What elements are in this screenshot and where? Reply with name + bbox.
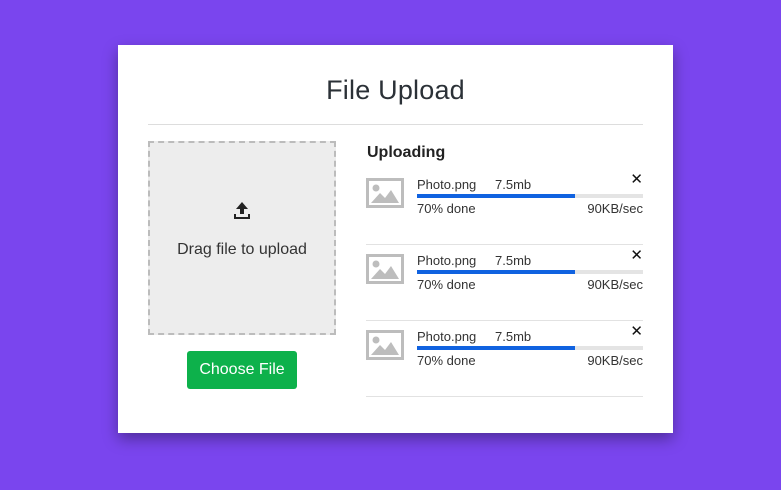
file-size: 7.5mb — [495, 329, 532, 344]
progress-text: 70% done — [417, 277, 476, 292]
image-icon — [366, 330, 404, 360]
file-size: 7.5mb — [495, 253, 532, 268]
close-icon[interactable]: ✕ — [630, 324, 643, 340]
progress-fill — [417, 194, 576, 198]
image-icon — [366, 254, 404, 284]
close-icon[interactable]: ✕ — [630, 172, 643, 188]
file-name: Photo.png — [417, 253, 477, 268]
progress-bar — [417, 270, 643, 274]
progress-fill — [417, 346, 576, 350]
upload-speed: 90KB/sec — [587, 201, 643, 216]
progress-text: 70% done — [417, 353, 476, 368]
upload-card: File Upload Drag file to upload Choose F… — [118, 45, 673, 433]
image-icon — [366, 178, 404, 208]
uploading-heading: Uploading — [367, 144, 446, 161]
file-name: Photo.png — [417, 177, 477, 192]
title-divider — [148, 124, 643, 125]
upload-list: Photo.png 7.5mb ✕ 70% done 90KB/sec Phot… — [366, 169, 643, 397]
page-title: File Upload — [326, 75, 465, 105]
progress-text: 70% done — [417, 201, 476, 216]
file-size: 7.5mb — [495, 177, 532, 192]
upload-item: Photo.png 7.5mb ✕ 70% done 90KB/sec — [366, 169, 643, 245]
upload-speed: 90KB/sec — [587, 277, 643, 292]
choose-file-button[interactable]: Choose File — [187, 351, 297, 389]
upload-icon — [234, 202, 250, 219]
drop-zone-text: Drag file to upload — [177, 241, 307, 258]
upload-item: Photo.png 7.5mb ✕ 70% done 90KB/sec — [366, 245, 643, 321]
progress-bar — [417, 194, 643, 198]
file-name: Photo.png — [417, 329, 477, 344]
close-icon[interactable]: ✕ — [630, 248, 643, 264]
progress-fill — [417, 270, 576, 274]
upload-speed: 90KB/sec — [587, 353, 643, 368]
progress-bar — [417, 346, 643, 350]
upload-item: Photo.png 7.5mb ✕ 70% done 90KB/sec — [366, 321, 643, 397]
drop-zone[interactable]: Drag file to upload — [148, 141, 336, 335]
